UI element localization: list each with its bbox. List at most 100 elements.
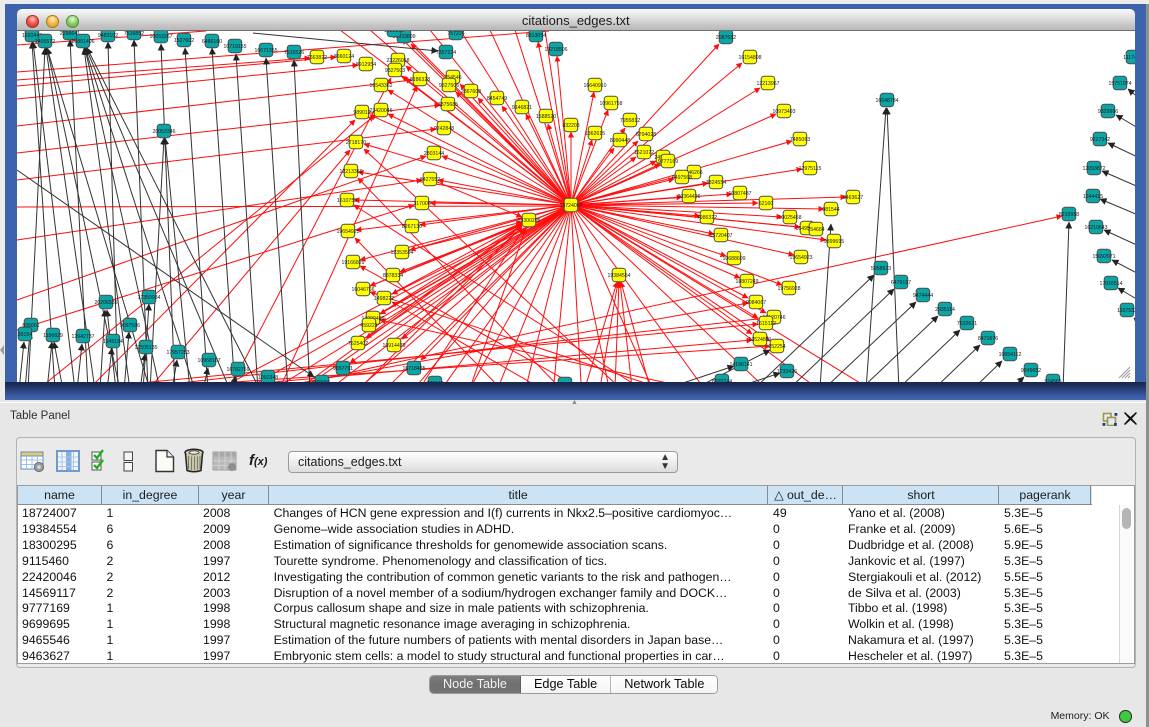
svg-text:8454749: 8454749 <box>487 96 507 102</box>
svg-text:6479197: 6479197 <box>891 280 911 286</box>
svg-text:62160: 62160 <box>759 201 774 207</box>
svg-text:18807249: 18807249 <box>735 279 758 285</box>
svg-text:12213369: 12213369 <box>339 169 362 175</box>
svg-text:9327503: 9327503 <box>385 68 405 74</box>
svg-text:8813054: 8813054 <box>526 33 546 39</box>
svg-text:6497568: 6497568 <box>672 175 692 181</box>
svg-text:19654925: 19654925 <box>336 229 359 235</box>
svg-text:12975115: 12975115 <box>799 166 822 172</box>
svg-text:924565: 924565 <box>1044 379 1061 382</box>
svg-text:831546: 831546 <box>426 381 443 382</box>
svg-text:8920744: 8920744 <box>712 379 732 382</box>
svg-text:2935114: 2935114 <box>935 307 955 313</box>
svg-text:1615112: 1615112 <box>756 321 776 327</box>
svg-text:1092348: 1092348 <box>258 375 278 381</box>
svg-text:9463627: 9463627 <box>843 195 863 201</box>
svg-text:3875685: 3875685 <box>438 102 458 108</box>
svg-text:9327506: 9327506 <box>439 83 459 89</box>
svg-text:1117404: 1117404 <box>1123 55 1134 61</box>
svg-text:7485063: 7485063 <box>790 137 810 143</box>
svg-text:20206535: 20206535 <box>94 300 117 306</box>
svg-text:9483102: 9483102 <box>98 33 118 39</box>
svg-text:1621072: 1621072 <box>634 150 654 156</box>
svg-text:2087682: 2087682 <box>716 35 736 41</box>
svg-text:252254: 252254 <box>768 344 785 350</box>
svg-text:13524851: 13524851 <box>748 337 771 343</box>
svg-text:12353594: 12353594 <box>390 250 413 256</box>
svg-text:832203: 832203 <box>562 123 579 129</box>
svg-text:10688609: 10688609 <box>722 256 745 262</box>
svg-text:8267130: 8267130 <box>402 224 422 230</box>
svg-text:16648784: 16648784 <box>875 98 898 104</box>
svg-text:317006: 317006 <box>413 201 430 207</box>
svg-text:969091: 969091 <box>313 380 330 382</box>
svg-text:17957253: 17957253 <box>166 350 189 356</box>
svg-text:7516852: 7516852 <box>124 31 144 37</box>
svg-text:16640910: 16640910 <box>583 83 606 89</box>
svg-text:18724007: 18724007 <box>559 203 582 209</box>
svg-text:10958107: 10958107 <box>197 358 220 364</box>
svg-text:8660124: 8660124 <box>334 54 354 60</box>
svg-text:8186328: 8186328 <box>410 77 430 83</box>
svg-text:16154808: 16154808 <box>738 55 761 61</box>
svg-text:17016514: 17016514 <box>1099 281 1122 287</box>
svg-text:757224: 757224 <box>447 31 464 37</box>
svg-text:15720407: 15720407 <box>709 233 732 239</box>
svg-text:1610755: 1610755 <box>337 198 357 204</box>
svg-text:16671355: 16671355 <box>254 48 277 54</box>
svg-text:9777169: 9777169 <box>658 159 678 165</box>
svg-text:1733426: 1733426 <box>777 369 797 375</box>
svg-text:16543362: 16543362 <box>369 83 392 89</box>
svg-text:9899695: 9899695 <box>824 239 844 245</box>
svg-text:9097586: 9097586 <box>120 323 140 329</box>
svg-text:20891406: 20891406 <box>71 39 94 45</box>
svg-text:6794028: 6794028 <box>636 132 656 138</box>
svg-text:7955812: 7955812 <box>620 118 640 124</box>
svg-text:20364436: 20364436 <box>677 194 700 200</box>
svg-text:10961758: 10961758 <box>599 101 622 107</box>
svg-text:9474444: 9474444 <box>913 293 933 299</box>
svg-text:9227342: 9227342 <box>1090 137 1110 143</box>
svg-text:7625402: 7625402 <box>348 341 368 347</box>
svg-text:1362615: 1362615 <box>585 131 605 137</box>
svg-text:5958923: 5958923 <box>871 266 891 272</box>
svg-text:7515526: 7515526 <box>284 50 304 56</box>
svg-text:1405572: 1405572 <box>35 39 55 45</box>
svg-text:1498222: 1498222 <box>374 296 394 302</box>
svg-text:2718170: 2718170 <box>346 140 366 146</box>
svg-text:12505135: 12505135 <box>134 345 157 351</box>
svg-text:9146821: 9146821 <box>512 105 532 111</box>
svg-text:1244415: 1244415 <box>1083 194 1103 200</box>
svg-text:1527602: 1527602 <box>174 38 194 44</box>
svg-text:12213967: 12213967 <box>756 81 779 87</box>
svg-text:39154: 39154 <box>18 332 33 338</box>
svg-text:19384554: 19384554 <box>607 273 630 279</box>
svg-text:10653267: 10653267 <box>149 34 172 40</box>
svg-text:1167533: 1167533 <box>1117 308 1134 314</box>
svg-text:9245652: 9245652 <box>1021 368 1041 374</box>
svg-text:16914479: 16914479 <box>382 343 405 349</box>
svg-text:8427552: 8427552 <box>420 177 440 183</box>
svg-text:19218506: 19218506 <box>544 47 567 53</box>
svg-text:1033805: 1033805 <box>384 31 404 34</box>
svg-text:981544: 981544 <box>822 207 839 213</box>
svg-text:10807487: 10807487 <box>728 191 751 197</box>
svg-text:9084067: 9084067 <box>746 300 766 306</box>
svg-text:19654923: 19654923 <box>789 255 812 261</box>
svg-text:989012: 989012 <box>353 110 370 116</box>
svg-text:19166829: 19166829 <box>341 260 364 266</box>
svg-text:16782759: 16782759 <box>226 367 249 373</box>
svg-text:16210643: 16210643 <box>1084 225 1107 231</box>
svg-text:10025458: 10025458 <box>778 215 801 221</box>
svg-text:14196141: 14196141 <box>729 362 752 368</box>
svg-text:9242848: 9242848 <box>434 126 454 132</box>
svg-text:9657791: 9657791 <box>333 366 353 372</box>
svg-text:10973493: 10973493 <box>772 109 795 115</box>
svg-text:10719155: 10719155 <box>223 44 246 50</box>
svg-text:8990448: 8990448 <box>610 138 630 144</box>
svg-text:10654112: 10654112 <box>999 352 1022 358</box>
svg-text:8215988: 8215988 <box>1059 212 1079 218</box>
svg-text:1145194: 1145194 <box>103 339 123 345</box>
svg-text:18300295: 18300295 <box>517 218 540 224</box>
svg-text:8471676: 8471676 <box>978 336 998 342</box>
